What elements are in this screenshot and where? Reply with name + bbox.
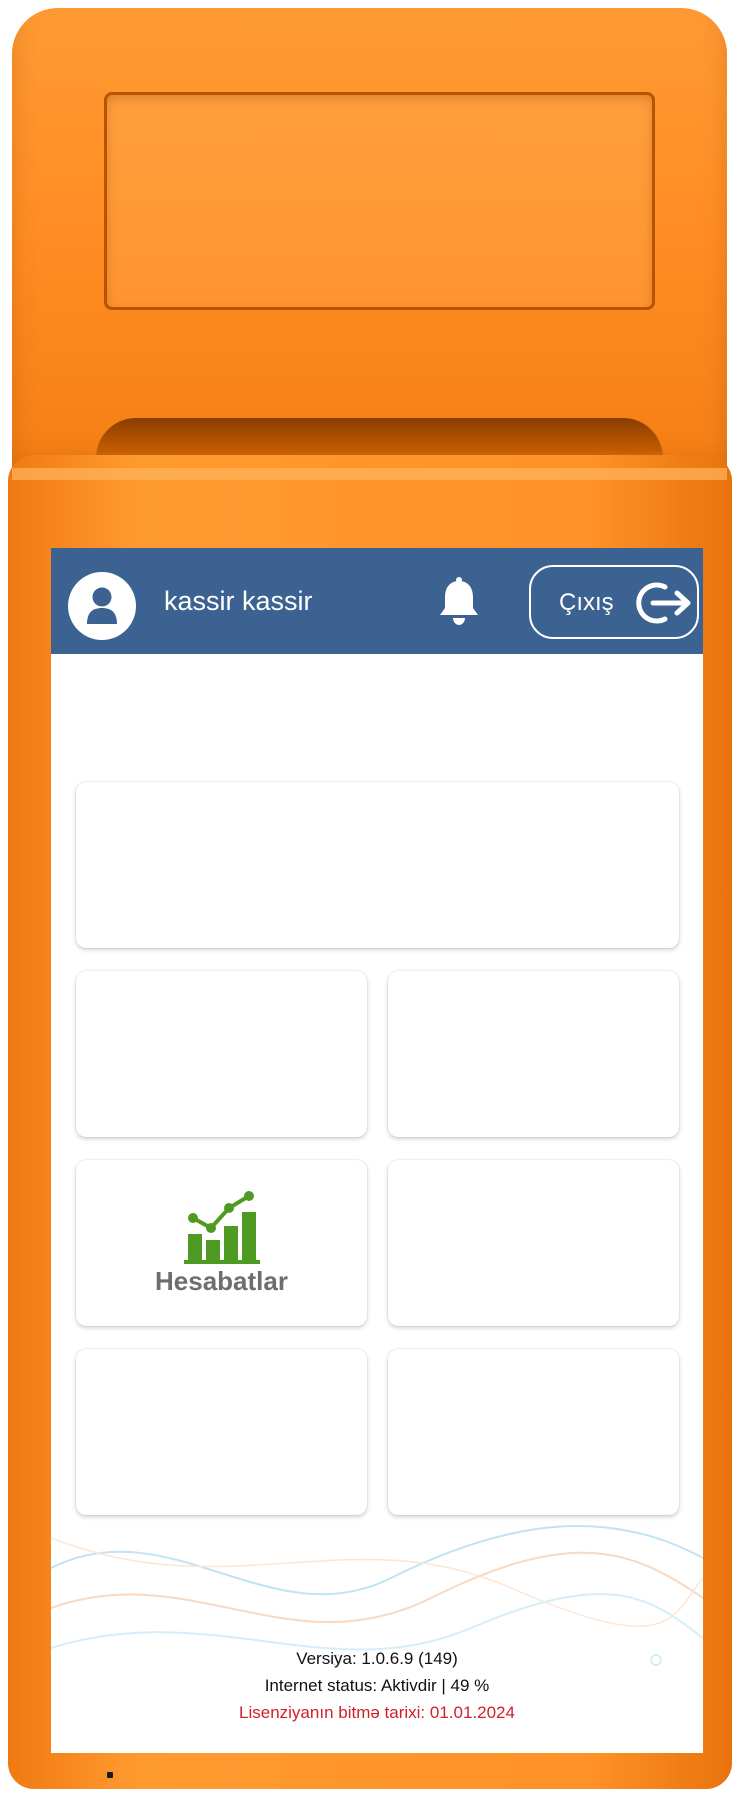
device-indicator bbox=[107, 1772, 113, 1778]
logout-label: Çıxış bbox=[559, 589, 614, 616]
device-lip bbox=[12, 468, 727, 480]
license-expiry-text: Lisenziyanın bitmə tarixi: 01.01.2024 bbox=[239, 1703, 515, 1722]
menu-tile-6[interactable] bbox=[76, 1349, 367, 1515]
user-avatar-icon[interactable] bbox=[68, 572, 136, 640]
internet-status-text: Internet status: Aktivdir | 49 % bbox=[264, 1676, 490, 1695]
top-bar: kassir kassir Çıxış bbox=[51, 548, 703, 654]
bar-chart-growth-icon bbox=[184, 1188, 260, 1264]
logout-button[interactable]: Çıxış bbox=[529, 565, 699, 639]
username-label: kassir kassir bbox=[164, 586, 313, 616]
menu-tile-7[interactable] bbox=[388, 1349, 679, 1515]
menu-tile-1[interactable] bbox=[76, 782, 679, 948]
printer-lid bbox=[104, 92, 655, 310]
app-screen: kassir kassir Çıxış Hesabatlar Versiya: … bbox=[51, 548, 703, 1753]
menu-tile-3[interactable] bbox=[388, 971, 679, 1137]
bell-icon[interactable] bbox=[437, 576, 481, 626]
reports-label: Hesabatlar bbox=[155, 1266, 288, 1296]
menu-tile-5[interactable] bbox=[388, 1160, 679, 1326]
version-text: Versiya: 1.0.6.9 (149) bbox=[296, 1649, 458, 1668]
logout-icon bbox=[631, 581, 693, 625]
reports-tile[interactable]: Hesabatlar bbox=[76, 1160, 367, 1326]
menu-tile-2[interactable] bbox=[76, 971, 367, 1137]
